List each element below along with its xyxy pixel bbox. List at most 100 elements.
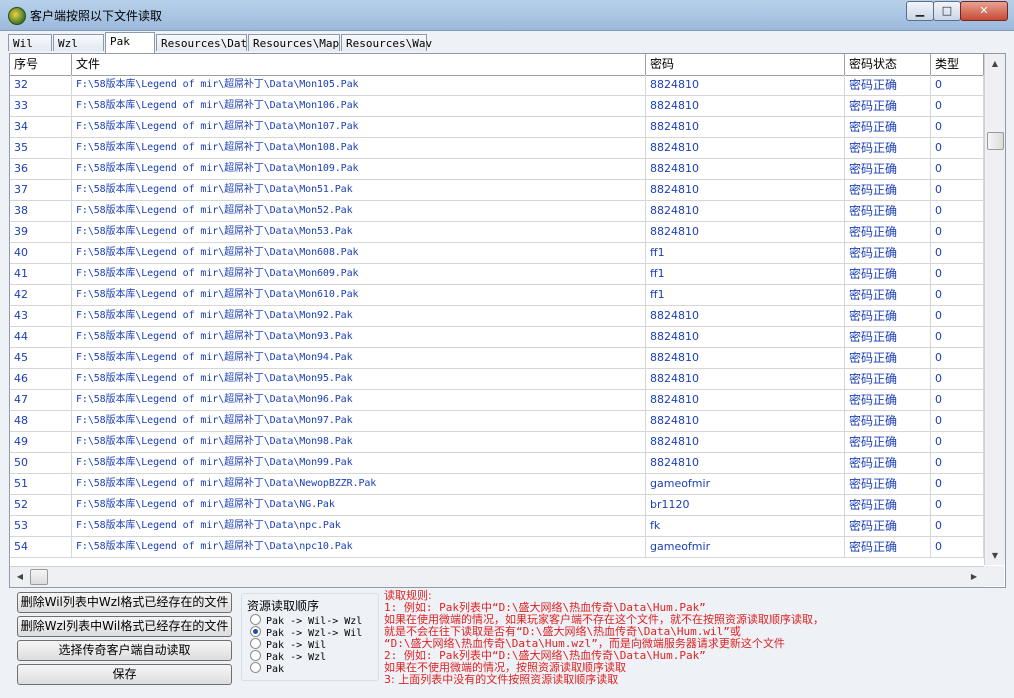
type-cell[interactable]: 0 bbox=[931, 159, 984, 179]
type-cell[interactable]: 0 bbox=[931, 516, 984, 536]
auto-read-client-button[interactable]: 选择传奇客户端自动读取 bbox=[17, 640, 232, 661]
row-index-cell[interactable]: 47 bbox=[10, 390, 72, 410]
password-status-cell[interactable]: 密码正确 bbox=[845, 474, 931, 494]
password-status-cell[interactable]: 密码正确 bbox=[845, 537, 931, 557]
password-status-cell[interactable]: 密码正确 bbox=[845, 138, 931, 158]
password-cell[interactable]: ff1 bbox=[646, 243, 845, 263]
password-status-cell[interactable]: 密码正确 bbox=[845, 243, 931, 263]
type-cell[interactable]: 0 bbox=[931, 453, 984, 473]
close-button[interactable]: ✕ bbox=[960, 1, 1008, 21]
password-status-cell[interactable]: 密码正确 bbox=[845, 306, 931, 326]
file-path-cell[interactable]: F:\58版本库\Legend of mir\超屌补丁\Data\Mon95.P… bbox=[72, 369, 646, 389]
row-index-cell[interactable]: 51 bbox=[10, 474, 72, 494]
password-cell[interactable]: 8824810 bbox=[646, 75, 845, 95]
password-cell[interactable]: 8824810 bbox=[646, 138, 845, 158]
password-status-cell[interactable]: 密码正确 bbox=[845, 432, 931, 452]
tab-wzl[interactable]: Wzl bbox=[53, 34, 104, 51]
radio-button[interactable] bbox=[250, 662, 261, 673]
order-option-2[interactable]: Pak -> Wzl-> Wil bbox=[250, 626, 362, 639]
order-option-1[interactable]: Pak -> Wil-> Wzl bbox=[250, 614, 362, 627]
password-status-cell[interactable]: 密码正确 bbox=[845, 75, 931, 95]
table-row[interactable]: 36 F:\58版本库\Legend of mir\超屌补丁\Data\Mon10… bbox=[10, 159, 984, 180]
file-path-cell[interactable]: F:\58版本库\Legend of mir\超屌补丁\Data\Mon53.P… bbox=[72, 222, 646, 242]
password-cell[interactable]: ff1 bbox=[646, 264, 845, 284]
order-option-3[interactable]: Pak -> Wil bbox=[250, 638, 326, 651]
row-index-cell[interactable]: 43 bbox=[10, 306, 72, 326]
password-cell[interactable]: 8824810 bbox=[646, 222, 845, 242]
password-status-cell[interactable]: 密码正确 bbox=[845, 222, 931, 242]
password-status-cell[interactable]: 密码正确 bbox=[845, 453, 931, 473]
type-cell[interactable]: 0 bbox=[931, 432, 984, 452]
type-cell[interactable]: 0 bbox=[931, 390, 984, 410]
row-index-cell[interactable]: 33 bbox=[10, 96, 72, 116]
password-cell[interactable]: ff1 bbox=[646, 285, 845, 305]
password-status-cell[interactable]: 密码正确 bbox=[845, 369, 931, 389]
row-index-cell[interactable]: 49 bbox=[10, 432, 72, 452]
row-index-cell[interactable]: 44 bbox=[10, 327, 72, 347]
row-index-cell[interactable]: 46 bbox=[10, 369, 72, 389]
column-header-index[interactable]: 序号 bbox=[10, 54, 72, 75]
delete-wzl-duplicates-button[interactable]: 删除Wzl列表中Wil格式已经存在的文件 bbox=[17, 616, 232, 637]
horizontal-scrollbar[interactable]: ◀ ▶ bbox=[10, 566, 984, 587]
file-path-cell[interactable]: F:\58版本库\Legend of mir\超屌补丁\Data\Mon98.P… bbox=[72, 432, 646, 452]
table-row[interactable]: 34 F:\58版本库\Legend of mir\超屌补丁\Data\Mon10… bbox=[10, 117, 984, 138]
table-row[interactable]: 39 F:\58版本库\Legend of mir\超屌补丁\Data\Mon53… bbox=[10, 222, 984, 243]
type-cell[interactable]: 0 bbox=[931, 495, 984, 515]
row-index-cell[interactable]: 34 bbox=[10, 117, 72, 137]
type-cell[interactable]: 0 bbox=[931, 138, 984, 158]
type-cell[interactable]: 0 bbox=[931, 285, 984, 305]
table-row[interactable]: 49 F:\58版本库\Legend of mir\超屌补丁\Data\Mon98… bbox=[10, 432, 984, 453]
password-status-cell[interactable]: 密码正确 bbox=[845, 117, 931, 137]
password-status-cell[interactable]: 密码正确 bbox=[845, 180, 931, 200]
row-index-cell[interactable]: 40 bbox=[10, 243, 72, 263]
radio-button[interactable] bbox=[250, 638, 261, 649]
row-index-cell[interactable]: 48 bbox=[10, 411, 72, 431]
file-path-cell[interactable]: F:\58版本库\Legend of mir\超屌补丁\Data\Mon610.… bbox=[72, 285, 646, 305]
password-status-cell[interactable]: 密码正确 bbox=[845, 411, 931, 431]
file-path-cell[interactable]: F:\58版本库\Legend of mir\超屌补丁\Data\Mon97.P… bbox=[72, 411, 646, 431]
file-path-cell[interactable]: F:\58版本库\Legend of mir\超屌补丁\Data\NewopBZ… bbox=[72, 474, 646, 494]
column-header-file[interactable]: 文件 bbox=[72, 54, 646, 75]
type-cell[interactable]: 0 bbox=[931, 75, 984, 95]
column-header-password[interactable]: 密码 bbox=[646, 54, 845, 75]
password-cell[interactable]: 8824810 bbox=[646, 432, 845, 452]
file-path-cell[interactable]: F:\58版本库\Legend of mir\超屌补丁\Data\Mon105.… bbox=[72, 75, 646, 95]
table-row[interactable]: 35 F:\58版本库\Legend of mir\超屌补丁\Data\Mon10… bbox=[10, 138, 984, 159]
file-path-cell[interactable]: F:\58版本库\Legend of mir\超屌补丁\Data\Mon92.P… bbox=[72, 306, 646, 326]
scroll-left-icon[interactable]: ◀ bbox=[11, 569, 29, 585]
file-path-cell[interactable]: F:\58版本库\Legend of mir\超屌补丁\Data\Mon106.… bbox=[72, 96, 646, 116]
file-path-cell[interactable]: F:\58版本库\Legend of mir\超屌补丁\Data\Mon99.P… bbox=[72, 453, 646, 473]
delete-wil-duplicates-button[interactable]: 删除Wil列表中Wzl格式已经存在的文件 bbox=[17, 592, 232, 613]
password-status-cell[interactable]: 密码正确 bbox=[845, 495, 931, 515]
file-path-cell[interactable]: F:\58版本库\Legend of mir\超屌补丁\Data\NG.Pak bbox=[72, 495, 646, 515]
row-index-cell[interactable]: 52 bbox=[10, 495, 72, 515]
row-index-cell[interactable]: 42 bbox=[10, 285, 72, 305]
order-option-5[interactable]: Pak bbox=[250, 662, 284, 675]
password-cell[interactable]: 8824810 bbox=[646, 306, 845, 326]
row-index-cell[interactable]: 45 bbox=[10, 348, 72, 368]
file-path-cell[interactable]: F:\58版本库\Legend of mir\超屌补丁\Data\Mon96.P… bbox=[72, 390, 646, 410]
password-cell[interactable]: br1120 bbox=[646, 495, 845, 515]
type-cell[interactable]: 0 bbox=[931, 117, 984, 137]
vertical-scroll-thumb[interactable] bbox=[987, 132, 1004, 150]
order-option-4[interactable]: Pak -> Wzl bbox=[250, 650, 326, 663]
file-path-cell[interactable]: F:\58版本库\Legend of mir\超屌补丁\Data\Mon51.P… bbox=[72, 180, 646, 200]
type-cell[interactable]: 0 bbox=[931, 96, 984, 116]
pak-file-grid[interactable]: 序号 文件 密码 密码状态 类型 32 F:\58版本库\Legend of mi… bbox=[9, 53, 1006, 588]
password-status-cell[interactable]: 密码正确 bbox=[845, 348, 931, 368]
password-cell[interactable]: 8824810 bbox=[646, 96, 845, 116]
password-status-cell[interactable]: 密码正确 bbox=[845, 96, 931, 116]
table-row[interactable]: 47 F:\58版本库\Legend of mir\超屌补丁\Data\Mon96… bbox=[10, 390, 984, 411]
row-index-cell[interactable]: 37 bbox=[10, 180, 72, 200]
password-status-cell[interactable]: 密码正确 bbox=[845, 390, 931, 410]
table-row[interactable]: 52 F:\58版本库\Legend of mir\超屌补丁\Data\NG.Pa… bbox=[10, 495, 984, 516]
type-cell[interactable]: 0 bbox=[931, 474, 984, 494]
table-row[interactable]: 32 F:\58版本库\Legend of mir\超屌补丁\Data\Mon10… bbox=[10, 75, 984, 96]
password-cell[interactable]: 8824810 bbox=[646, 117, 845, 137]
horizontal-scroll-thumb[interactable] bbox=[30, 569, 48, 585]
column-header-type[interactable]: 类型 bbox=[931, 54, 984, 75]
table-row[interactable]: 44 F:\58版本库\Legend of mir\超屌补丁\Data\Mon93… bbox=[10, 327, 984, 348]
type-cell[interactable]: 0 bbox=[931, 201, 984, 221]
row-index-cell[interactable]: 36 bbox=[10, 159, 72, 179]
type-cell[interactable]: 0 bbox=[931, 222, 984, 242]
